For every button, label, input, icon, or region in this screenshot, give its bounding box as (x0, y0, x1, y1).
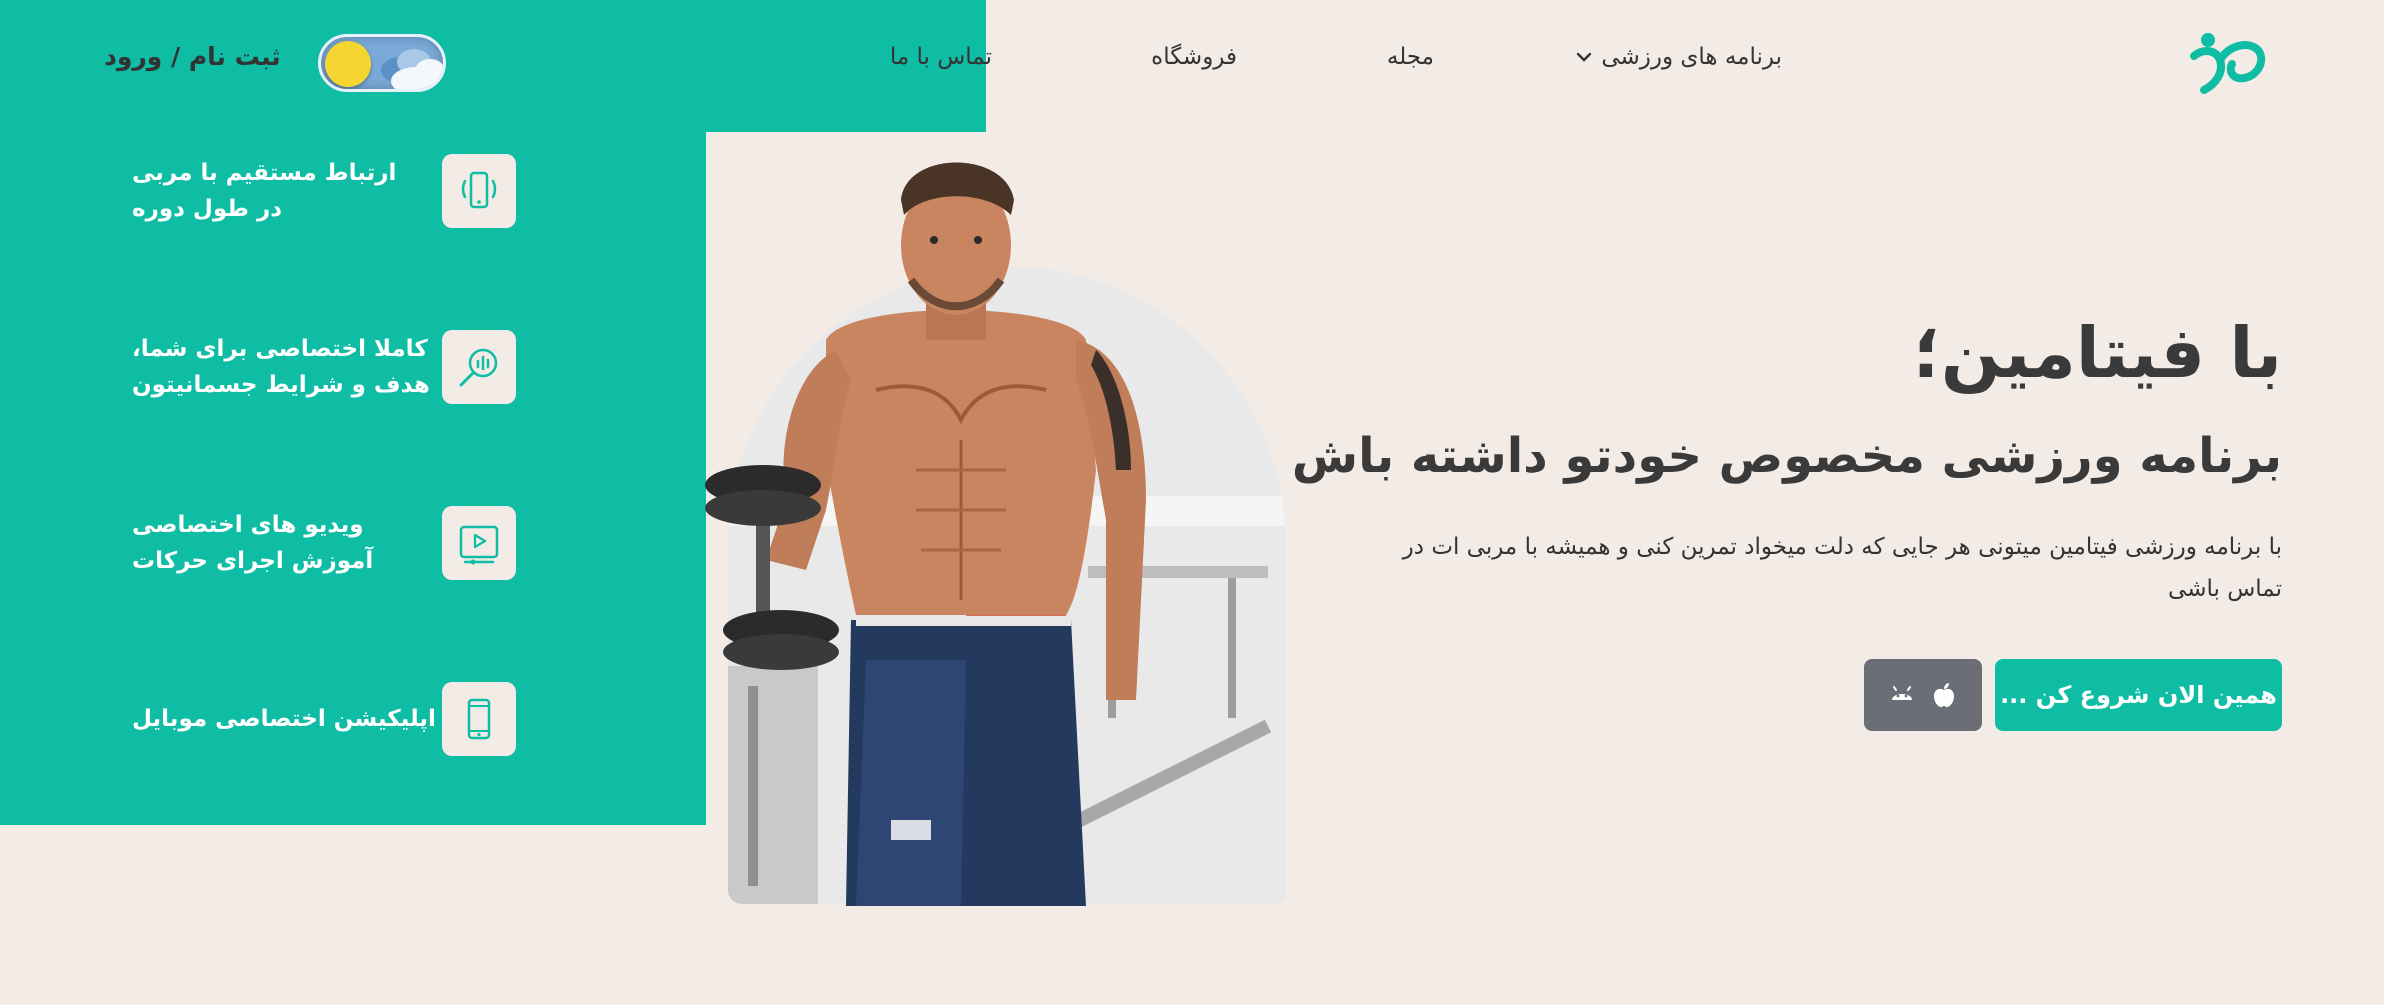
nav-shop[interactable]: فروشگاه (1151, 44, 1237, 70)
download-app-button[interactable] (1864, 659, 1982, 731)
feature-line: کاملا اختصاصی برای شما، (132, 336, 428, 362)
feature-line: اپلیکیشن اختصاصی موبایل (132, 706, 436, 732)
feature-line: ویدیو های اختصاصی (132, 512, 364, 538)
nav-magazine[interactable]: مجله (1387, 44, 1434, 70)
login-register-link[interactable]: ثبت نام / ورود (104, 42, 281, 71)
hero-title: با فیتامین؛ (1912, 312, 2282, 394)
logo-icon[interactable] (2186, 26, 2268, 98)
phone-vibrate-icon (461, 171, 497, 209)
feature-item: ارتباط مستقیم با مربی در طول دوره (132, 154, 516, 228)
theme-toggle[interactable] (318, 34, 446, 92)
nav-programs[interactable]: برنامه های ورزشی (1575, 44, 1782, 70)
apple-icon (1934, 683, 1954, 707)
feature-line: ارتباط مستقیم با مربی (132, 160, 397, 186)
search-analytics-icon (459, 348, 498, 387)
feature-line: آموزش اجرای حرکات (132, 548, 374, 574)
feature-icon-box (442, 330, 516, 404)
nav-programs-label: برنامه های ورزشی (1601, 44, 1782, 70)
feature-icon-box (442, 154, 516, 228)
landing-page: برنامه های ورزشی مجله فروشگاه تماس با ما… (0, 0, 2384, 1005)
feature-line: هدف و شرایط جسمانیتون (132, 372, 430, 398)
feature-item: اپلیکیشن اختصاصی موبایل (132, 682, 516, 756)
feature-icon-box (442, 506, 516, 580)
start-now-button[interactable]: همین الان شروع کن ... (1995, 659, 2282, 731)
android-icon (1892, 686, 1912, 700)
chevron-down-icon (1577, 52, 1592, 62)
feature-item: کاملا اختصاصی برای شما، هدف و شرایط جسما… (132, 330, 516, 404)
feature-line: در طول دوره (132, 196, 283, 222)
hero-description: با برنامه ورزشی فیتامین میتونی هر جایی ک… (1402, 534, 2282, 602)
mobile-phone-icon (467, 698, 491, 740)
athlete-image (705, 162, 1146, 906)
nav-contact[interactable]: تماس با ما (890, 44, 992, 70)
feature-item: ویدیو های اختصاصی آموزش اجرای حرکات (132, 506, 516, 580)
video-player-icon (459, 525, 499, 565)
sun-icon (325, 41, 371, 87)
hero-subtitle: برنامه ورزشی مخصوص خودتو داشته باش (1291, 428, 2282, 484)
feature-icon-box (442, 682, 516, 756)
